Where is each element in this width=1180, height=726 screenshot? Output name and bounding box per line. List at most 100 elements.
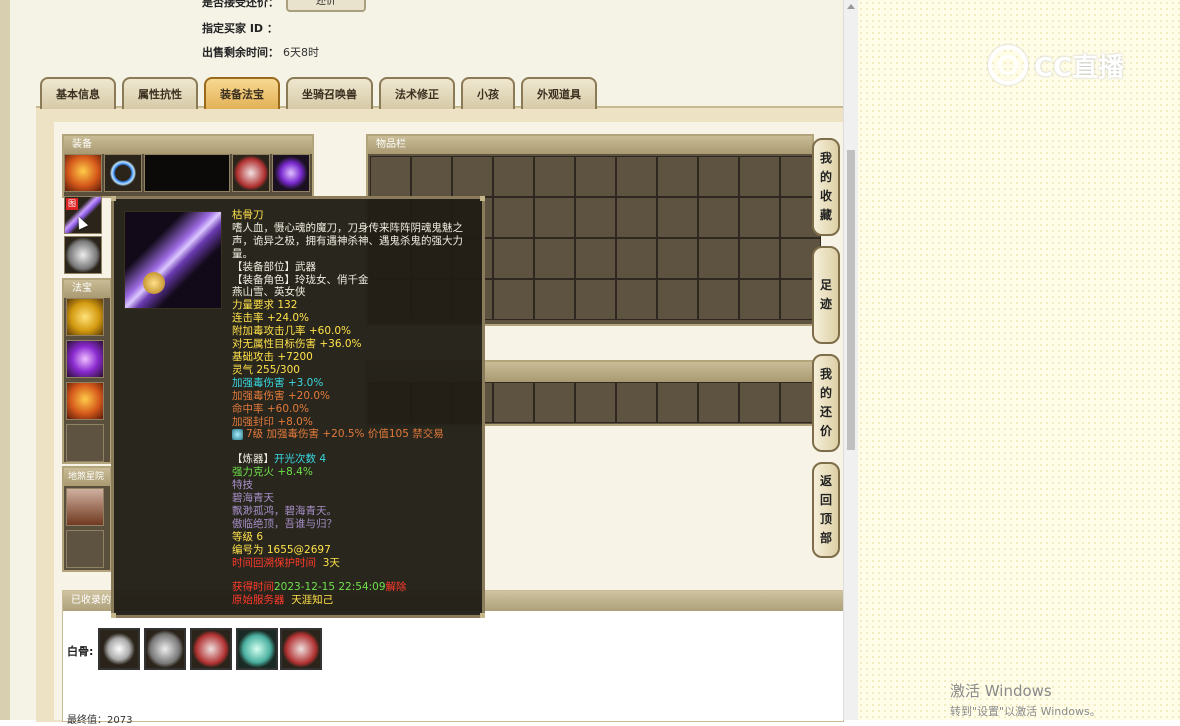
inventory-slot[interactable]	[739, 156, 780, 197]
inventory-slot[interactable]	[575, 382, 616, 423]
tab-spell-correction[interactable]: 法术修正	[379, 77, 455, 109]
fabao-title: 法宝	[64, 280, 110, 298]
inventory-slot[interactable]	[534, 197, 575, 238]
inventory-slot[interactable]	[534, 238, 575, 279]
windows-activation-watermark: 激活 Windows 转到"设置"以激活 Windows。	[950, 680, 1101, 719]
footprint-button[interactable]: 足 迹	[812, 246, 840, 344]
stat-line: 力量要求 132	[232, 299, 298, 312]
scroll-up-icon[interactable]	[847, 4, 855, 9]
my-favorites-button[interactable]: 我 的 收 藏	[812, 138, 840, 236]
side-char: 返	[819, 474, 832, 488]
my-counter-offer-button[interactable]: 我 的 还 价	[812, 354, 840, 452]
side-char: 部	[819, 531, 832, 545]
inventory-slot[interactable]	[452, 156, 493, 197]
inventory-slot[interactable]	[534, 156, 575, 197]
stat-line: 燕山雪、英女侠	[232, 286, 306, 299]
inventory-slot[interactable]	[370, 156, 411, 197]
equip-slot-helmet[interactable]	[232, 154, 270, 192]
server-line: 原始服务器 天涯知己	[232, 594, 482, 607]
remaining-time-label: 出售剩余时间：	[202, 46, 279, 59]
accept-counter-label: 是否接受还价：	[202, 0, 279, 9]
skill-poem-1: 飘渺孤鸿，碧海青天。	[232, 504, 337, 517]
equip-slot-shoes[interactable]	[64, 236, 102, 274]
inventory-slot[interactable]	[575, 197, 616, 238]
inventory-slot[interactable]	[698, 238, 739, 279]
collected-item-1[interactable]	[98, 628, 140, 670]
collected-item-5[interactable]	[280, 628, 322, 670]
character-slot-2[interactable]	[66, 530, 104, 568]
tooltip-corner	[111, 196, 116, 201]
counter-offer-button[interactable]: 还价	[286, 0, 366, 12]
time-label: 获得时间	[232, 581, 274, 594]
tab-appearance[interactable]: 外观道具	[521, 77, 597, 109]
inventory-slot[interactable]	[534, 279, 575, 320]
inventory-slot[interactable]	[493, 238, 534, 279]
scrollbar-thumb[interactable]	[847, 150, 855, 450]
inventory-slot[interactable]	[493, 197, 534, 238]
tab-bar: 基本信息 属性抗性 装备法宝 坐骑召唤兽 法术修正 小孩 外观道具	[40, 75, 597, 109]
inventory-slot[interactable]	[657, 279, 698, 320]
inventory-slot[interactable]	[575, 156, 616, 197]
back-to-top-button[interactable]: 返 回 顶 部	[812, 462, 840, 558]
inventory-slot[interactable]	[698, 279, 739, 320]
item-name: 枯骨刀	[232, 209, 264, 221]
tab-basic-info[interactable]: 基本信息	[40, 77, 116, 109]
equipment-title: 装备	[64, 136, 312, 154]
collected-item-4[interactable]	[236, 628, 278, 670]
collected-item-3[interactable]	[190, 628, 232, 670]
equip-slot-armor[interactable]	[64, 154, 102, 192]
inventory-slot[interactable]	[698, 382, 739, 423]
inventory-slot[interactable]	[575, 238, 616, 279]
protect-label: 时间回溯保护时间	[232, 556, 316, 569]
tab-attributes[interactable]: 属性抗性	[122, 77, 198, 109]
gem-line: 7级 加强毒伤害 +20.5% 价值105 禁交易	[232, 428, 482, 441]
equip-slot-necklace[interactable]	[272, 154, 310, 192]
equip-slot-ring[interactable]	[104, 154, 142, 192]
inventory-slot[interactable]	[657, 382, 698, 423]
fabao-slot-2[interactable]	[66, 340, 104, 378]
server-label: 原始服务器	[232, 594, 285, 607]
inventory-slot[interactable]	[493, 382, 534, 423]
character-slot-1[interactable]	[66, 488, 104, 526]
inventory-slot[interactable]	[616, 197, 657, 238]
fabao-slot-3[interactable]	[66, 382, 104, 420]
collected-item-2[interactable]	[144, 628, 186, 670]
inventory-slot[interactable]	[657, 238, 698, 279]
background-area	[858, 0, 1180, 720]
inventory-slot[interactable]	[739, 382, 780, 423]
vertical-scrollbar[interactable]	[843, 0, 858, 720]
inventory-slot[interactable]	[616, 279, 657, 320]
item-tooltip: 枯骨刀 嗜人血，慑心魂的魔刀，刀身传来阵阵阴魂鬼魅之声，诡异之极，拥有遇神杀神、…	[111, 196, 485, 618]
inventory-slot[interactable]	[739, 197, 780, 238]
inventory-slot[interactable]	[534, 382, 575, 423]
inventory-slot[interactable]	[493, 279, 534, 320]
gem-text: 7级 加强毒伤害 +20.5% 价值105 禁交易	[246, 428, 444, 441]
skill-name: 碧海青天	[232, 492, 274, 505]
inventory-slot[interactable]	[739, 279, 780, 320]
inventory-title: 物品栏	[368, 136, 812, 154]
cc-logo-text: CC直播	[1034, 52, 1125, 83]
inventory-slot[interactable]	[657, 197, 698, 238]
gem-icon	[232, 428, 243, 440]
inventory-slot[interactable]	[698, 156, 739, 197]
skill-title: 特技	[232, 479, 253, 492]
fabao-slot-1[interactable]	[66, 298, 104, 336]
collected-row-label: 白骨:	[67, 645, 94, 658]
buyer-id-label: 指定买家 ID ：	[202, 22, 278, 35]
inventory-slot[interactable]	[616, 238, 657, 279]
inventory-slot[interactable]	[739, 238, 780, 279]
time-line: 获得时间2023-12-15 22:54:09解除	[232, 581, 482, 594]
inventory-slot[interactable]	[411, 156, 452, 197]
tab-equipment[interactable]: 装备法宝	[204, 77, 280, 109]
inventory-slot[interactable]	[698, 197, 739, 238]
inventory-slot[interactable]	[616, 156, 657, 197]
inventory-slot[interactable]	[575, 279, 616, 320]
inventory-slot[interactable]	[657, 156, 698, 197]
stat-line: 连击率 +24.0%	[232, 312, 309, 325]
stat-line: 加强毒伤害 +3.0%	[232, 376, 324, 389]
inventory-slot[interactable]	[493, 156, 534, 197]
tab-mounts-pets[interactable]: 坐骑召唤兽	[286, 77, 373, 109]
tab-children[interactable]: 小孩	[461, 77, 515, 109]
inventory-slot[interactable]	[616, 382, 657, 423]
fabao-slot-4[interactable]	[66, 424, 104, 462]
